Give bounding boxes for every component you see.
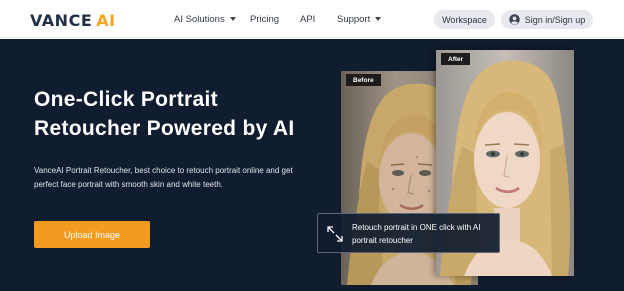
hero-section: One-Click Portrait Retoucher Powered by … xyxy=(0,39,624,291)
logo-text: VANCE xyxy=(30,10,93,30)
sign-in-button[interactable]: Sign in/Sign up xyxy=(501,10,593,29)
user-circle-icon xyxy=(508,14,520,25)
menu-pricing[interactable]: Pricing xyxy=(250,0,279,38)
menu-ai-solutions[interactable]: AI Solutions xyxy=(174,0,236,38)
menu-item-api-label: API xyxy=(300,13,316,25)
top-navigation-bar: VANCE AI AI Solutions Pricing API Suppor… xyxy=(0,0,624,38)
expand-arrows-icon xyxy=(327,226,343,242)
workspace-button-label: Workspace xyxy=(442,14,487,25)
workspace-button[interactable]: Workspace xyxy=(434,10,495,29)
upload-image-button-label: Upload Image xyxy=(63,229,121,240)
retouch-info-card: Retouch portrait in ONE click with AI po… xyxy=(317,213,500,253)
vanceai-logo[interactable]: VANCE AI xyxy=(30,10,116,30)
menu-api[interactable]: API xyxy=(300,0,315,38)
upload-image-button[interactable]: Upload Image xyxy=(34,221,150,248)
menu-item-support-label: Support xyxy=(337,13,371,25)
chevron-down-icon xyxy=(375,17,382,21)
hero-title: One-Click Portrait Retoucher Powered by … xyxy=(34,85,334,143)
retouch-info-text: Retouch portrait in ONE click with AI po… xyxy=(352,223,481,245)
menu-item-ai-solutions-label: AI Solutions xyxy=(174,13,225,25)
before-label: Before xyxy=(346,74,381,86)
sign-in-button-label: Sign in/Sign up xyxy=(524,14,586,25)
menu-item-pricing-label: Pricing xyxy=(250,13,280,25)
after-label: After xyxy=(441,53,471,65)
hero-title-line-2: Retoucher Powered by AI xyxy=(34,117,295,140)
logo-accent: AI xyxy=(96,10,116,30)
hero-title-line-1: One-Click Portrait xyxy=(34,88,218,111)
chevron-down-icon xyxy=(229,17,236,21)
hero-description: VanceAI Portrait Retoucher, best choice … xyxy=(34,166,293,189)
menu-support[interactable]: Support xyxy=(337,0,382,38)
